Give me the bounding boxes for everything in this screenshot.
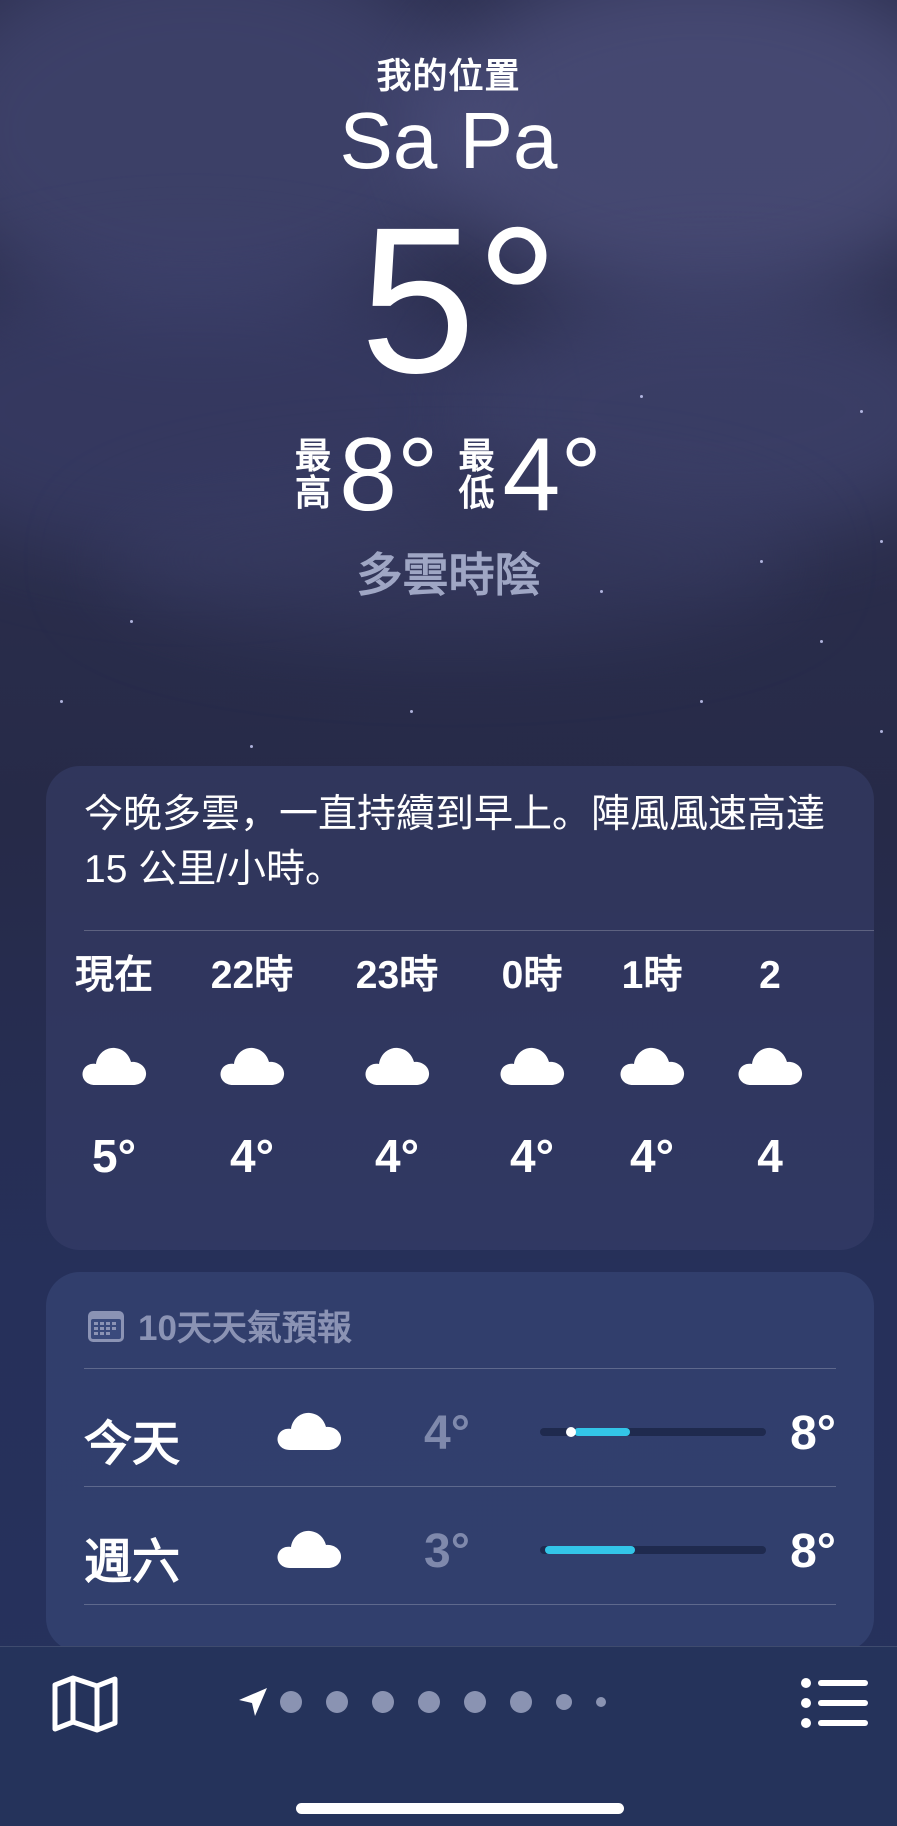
- condition-text: 多雲時陰: [356, 549, 541, 601]
- temp-range-fill: [573, 1428, 631, 1436]
- home-indicator[interactable]: [296, 1803, 624, 1814]
- low-label: 最 低: [459, 438, 495, 511]
- page-dot[interactable]: [280, 1691, 302, 1713]
- low-temperature: 最 低 4°: [459, 423, 602, 527]
- forecast-low: 4°: [424, 1407, 470, 1460]
- page-indicator[interactable]: [236, 1685, 630, 1719]
- cloud-icon: [620, 1047, 685, 1085]
- map-icon[interactable]: [50, 1673, 120, 1733]
- forecast-row-divider: [84, 1604, 836, 1605]
- temp-range-fill: [544, 1546, 635, 1554]
- hour-time: 1時: [621, 954, 683, 997]
- high-low-temperatures: 最 高 8° 最 低 4°: [0, 423, 897, 527]
- list-icon[interactable]: [800, 1675, 870, 1731]
- page-dot[interactable]: [556, 1694, 572, 1710]
- hour-temp: 4°: [230, 1130, 274, 1182]
- location-header: 我的位置 Sa Pa 5° 最 高 8° 最 低 4° 多雲時陰: [0, 40, 897, 605]
- ten-day-forecast-card[interactable]: 10天天氣預報 今天 4° 8° 週六 3° 8°: [46, 1272, 874, 1652]
- cloud-icon: [277, 1530, 342, 1568]
- current-temperature: 5°: [360, 185, 559, 417]
- high-value: 8°: [339, 417, 439, 533]
- cloud-icon: [82, 1047, 147, 1085]
- calendar-icon: [88, 1310, 124, 1342]
- page-dot[interactable]: [418, 1691, 440, 1713]
- hourly-forecast-card[interactable]: 今晚多雲，一直持續到早上。陣風風速高達 15 公里/小時。 現在 5° 22時 4° 2…: [46, 766, 874, 1250]
- city-name: Sa Pa: [339, 96, 558, 185]
- high-label-char-2: 高: [295, 472, 332, 513]
- forecast-header: 10天天氣預報: [86, 1300, 352, 1351]
- hour-temp: 4°: [510, 1130, 554, 1182]
- bottom-toolbar: [0, 1646, 897, 1826]
- page-dot[interactable]: [510, 1691, 532, 1713]
- page-dot[interactable]: [464, 1691, 486, 1713]
- high-temperature: 最 高 8°: [295, 423, 438, 527]
- hour-temp: 5°: [92, 1130, 136, 1182]
- location-arrow-icon[interactable]: [236, 1685, 270, 1719]
- forecast-high: 8°: [790, 1525, 836, 1578]
- location-label: 我的位置: [376, 57, 521, 96]
- forecast-day: 週六: [84, 1536, 181, 1589]
- hour-item: 22時 4°: [192, 956, 312, 1179]
- page-dot[interactable]: [596, 1697, 606, 1707]
- weather-summary: 今晚多雲，一直持續到早上。陣風風速高達 15 公里/小時。: [84, 793, 826, 891]
- temp-range-bar: [540, 1427, 766, 1437]
- page-dot[interactable]: [326, 1691, 348, 1713]
- cloud-icon: [220, 1047, 285, 1085]
- hour-time: 0時: [501, 954, 563, 997]
- temp-range-bar: [540, 1546, 766, 1554]
- hour-temp: 4°: [375, 1130, 419, 1182]
- cloud-icon: [277, 1412, 342, 1450]
- forecast-low: 3°: [424, 1525, 470, 1578]
- hour-item: 23時 4°: [337, 956, 457, 1179]
- forecast-title: 10天天氣預報: [138, 1309, 352, 1348]
- hour-item: 0時 4°: [472, 956, 592, 1179]
- hourly-strip[interactable]: 現在 5° 22時 4° 23時 4° 0時 4° 1時 4° 2 4: [46, 956, 874, 1236]
- hour-time: 22時: [210, 954, 294, 997]
- summary-divider: [84, 930, 874, 931]
- low-value: 4°: [502, 417, 602, 533]
- low-label-char-2: 低: [458, 472, 495, 513]
- hour-time: 2: [759, 954, 781, 997]
- hour-item: 1時 4°: [592, 956, 712, 1179]
- high-label-char-1: 最: [295, 435, 332, 477]
- hour-temp: 4°: [630, 1130, 674, 1182]
- hour-time: 23時: [355, 954, 439, 997]
- high-label: 最 高: [295, 438, 331, 511]
- low-label-char-1: 最: [458, 435, 495, 477]
- cloud-icon: [500, 1047, 565, 1085]
- hour-item: 現在 5°: [54, 956, 174, 1179]
- current-temp-dot: [565, 1427, 576, 1437]
- forecast-day: 今天: [84, 1418, 181, 1471]
- page-dot[interactable]: [372, 1691, 394, 1713]
- cloud-icon: [365, 1047, 430, 1085]
- forecast-row[interactable]: 週六 3° 8°: [84, 1486, 836, 1606]
- hour-temp: 4: [757, 1130, 783, 1182]
- cloud-icon: [738, 1047, 803, 1085]
- forecast-high: 8°: [790, 1407, 836, 1460]
- hour-item: 24: [710, 956, 830, 1179]
- forecast-row[interactable]: 今天 4° 8°: [84, 1368, 836, 1488]
- hour-time: 現在: [74, 954, 153, 997]
